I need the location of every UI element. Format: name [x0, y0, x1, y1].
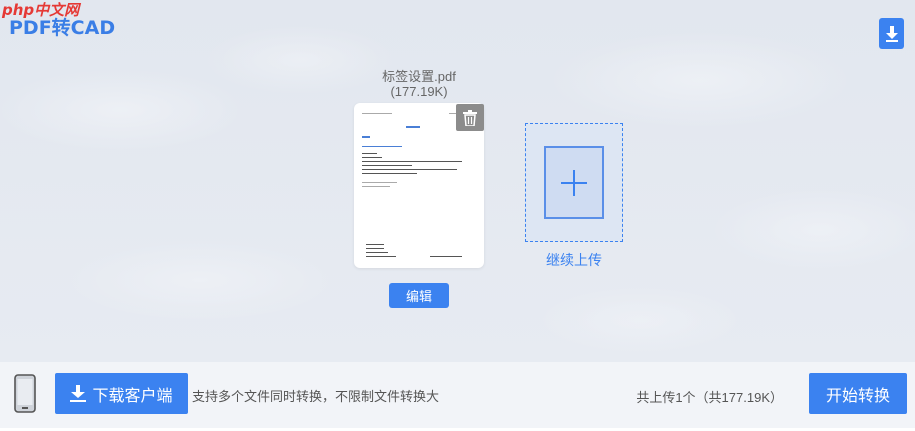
edit-button[interactable]: 编辑: [389, 283, 449, 308]
thumb-line: [362, 136, 370, 138]
thumb-line: [362, 157, 382, 158]
upload-summary: 共上传1个（共177.19K）: [636, 390, 783, 405]
thumb-line: [362, 113, 392, 114]
app-title: PDF转CAD: [9, 17, 116, 39]
thumb-line: [362, 186, 390, 187]
thumb-line: [362, 153, 377, 154]
delete-button[interactable]: [456, 104, 484, 131]
plus-icon: [561, 169, 587, 196]
thumb-line: [366, 244, 384, 245]
download-icon: [885, 25, 898, 42]
thumb-line: [362, 146, 402, 147]
continue-upload-label[interactable]: 继续上传: [525, 250, 623, 270]
thumb-line: [366, 252, 388, 253]
thumb-line: [366, 256, 396, 257]
start-convert-button[interactable]: 开始转换: [809, 373, 907, 414]
thumb-line: [362, 169, 457, 170]
add-file-button[interactable]: [544, 146, 604, 219]
thumb-line: [362, 182, 397, 183]
thumb-line: [362, 161, 462, 162]
trash-icon: [463, 109, 477, 126]
file-size: (177.19K): [390, 84, 448, 99]
corner-download-button[interactable]: [879, 18, 904, 49]
thumb-line: [406, 126, 420, 128]
thumb-line: [362, 173, 417, 174]
download-icon: [70, 385, 87, 402]
file-name: 标签设置.pdf: [382, 69, 456, 84]
thumb-line: [430, 256, 462, 257]
thumb-line: [362, 165, 412, 166]
thumb-line: [366, 248, 384, 249]
download-client-button[interactable]: 下载客户端: [55, 373, 188, 414]
download-client-label: 下载客户端: [92, 387, 173, 405]
support-text: 支持多个文件同时转换，不限制文件转换大: [192, 389, 440, 404]
phone-icon: [14, 374, 36, 413]
